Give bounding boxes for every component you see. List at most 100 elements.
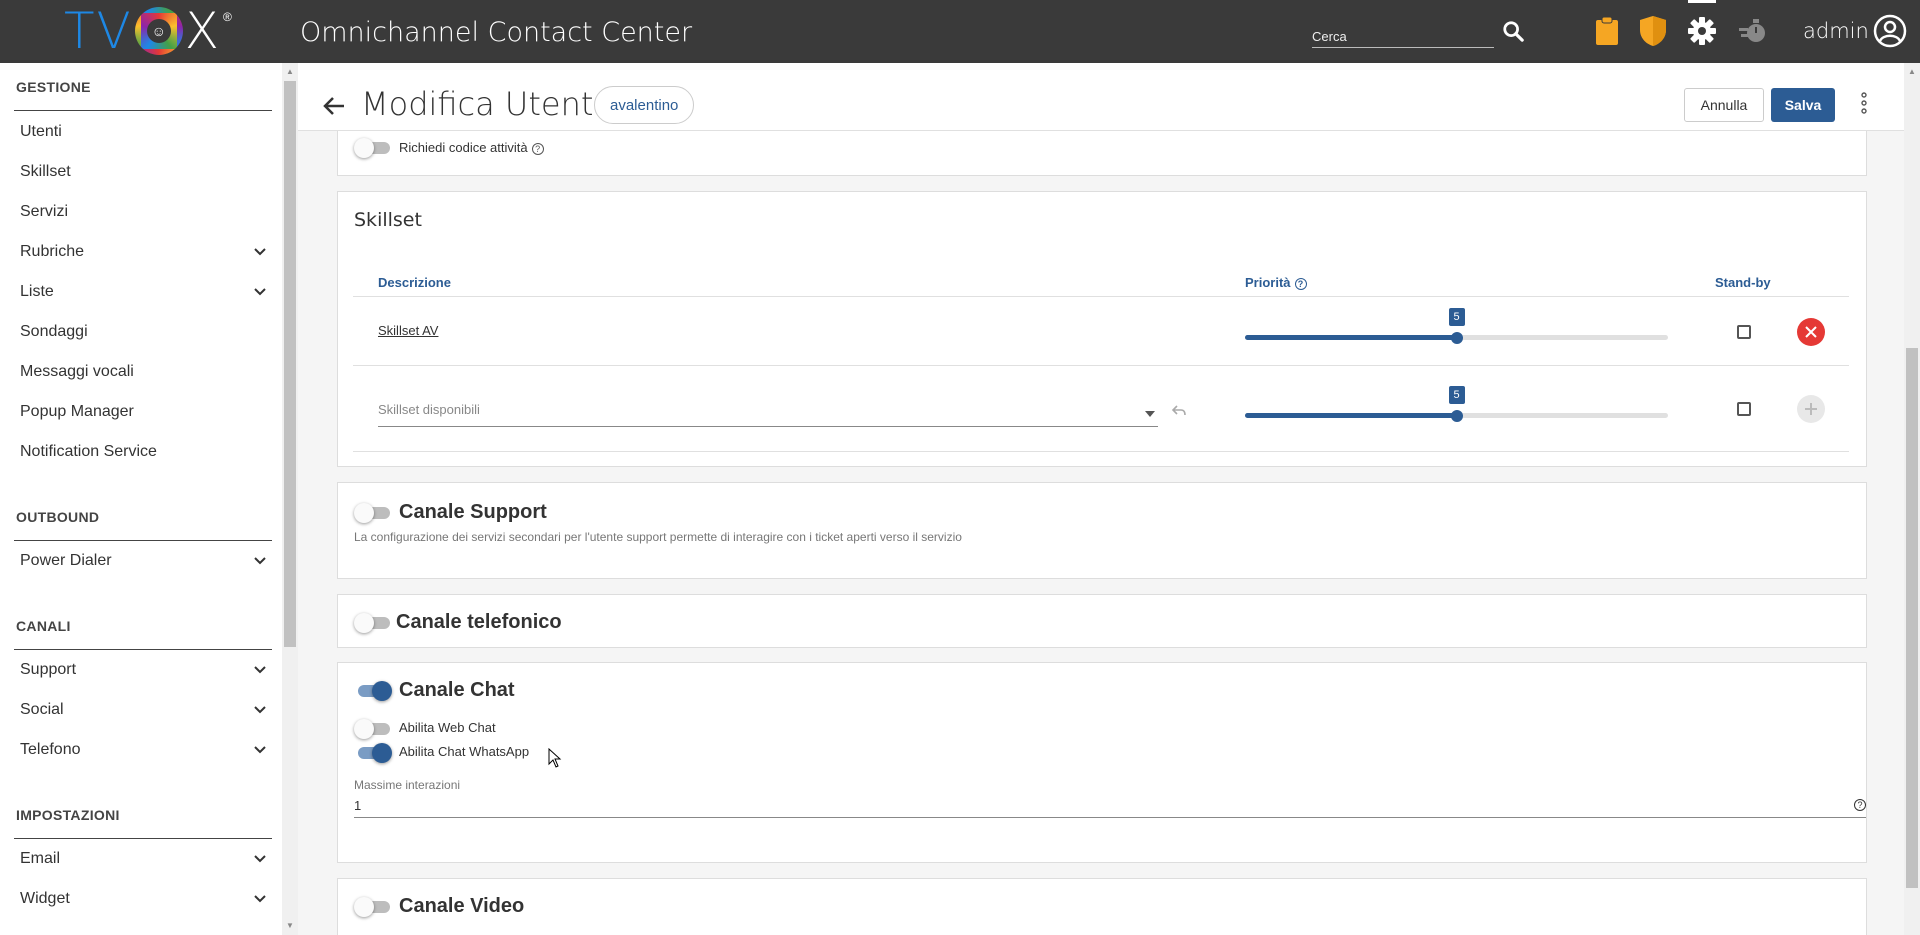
divider (353, 451, 1849, 452)
tvox-logo: TV ☺ X ® (64, 6, 232, 56)
search-input[interactable] (1312, 18, 1494, 47)
main-scrollbar[interactable]: ▲ (1904, 63, 1920, 935)
sidebar-item-label: Support (20, 661, 77, 678)
canale-telefonico-title: Canale telefonico (396, 611, 562, 633)
sidebar-item-liste[interactable]: Liste (20, 283, 270, 301)
skillset-select[interactable]: Skillset disponibili (378, 400, 1158, 427)
chevron-down-icon (250, 741, 270, 759)
sidebar-section-canali: CANALI (16, 618, 71, 634)
scrollbar-thumb[interactable] (284, 81, 296, 647)
activity-code-text: Richiedi codice attività (399, 140, 528, 155)
sidebar-item-widget[interactable]: Widget (20, 890, 270, 908)
slider-fill (1245, 335, 1457, 340)
mouse-cursor-icon (548, 747, 562, 773)
chevron-down-icon (250, 850, 270, 868)
scroll-up-arrow[interactable]: ▲ (286, 67, 294, 76)
scroll-down-arrow[interactable]: ▼ (286, 921, 294, 930)
standby-checkbox[interactable] (1737, 325, 1751, 339)
sidebar-scrollbar[interactable]: ▲ ▼ (282, 63, 298, 935)
priority-slider[interactable]: 5 (1245, 308, 1668, 352)
scrollbar-thumb[interactable] (1906, 348, 1918, 888)
scroll-up-arrow[interactable]: ▲ (1908, 67, 1916, 76)
sidebar-item-utenti[interactable]: Utenti (20, 123, 270, 141)
undo-icon[interactable] (1171, 404, 1187, 423)
gear-icon[interactable] (1685, 0, 1719, 48)
slider-value: 5 (1448, 308, 1465, 326)
max-interactions-field[interactable]: 1 ? (354, 793, 1866, 818)
sidebar-item-label: Widget (20, 890, 70, 907)
sidebar-item-servizi[interactable]: Servizi (20, 203, 270, 221)
sidebar-item-rubriche[interactable]: Rubriche (20, 243, 270, 261)
canale-chat-title: Canale Chat (399, 679, 515, 701)
sidebar-section-gestione: GESTIONE (16, 79, 91, 95)
clipboard-icon[interactable] (1590, 14, 1624, 48)
username-chip: avalentino (594, 86, 695, 124)
back-arrow-icon[interactable] (323, 92, 345, 123)
add-skillset-icon[interactable] (1797, 395, 1825, 423)
app-title: Omnichannel Contact Center (300, 17, 693, 48)
column-header-priority: Priorità? (1245, 275, 1307, 290)
sidebar-item-sondaggi[interactable]: Sondaggi (20, 323, 270, 341)
user-account-icon[interactable] (1873, 14, 1907, 48)
canale-chat-toggle[interactable] (354, 681, 392, 701)
stopwatch-icon[interactable] (1736, 14, 1770, 48)
more-options-icon[interactable] (1858, 92, 1870, 114)
sidebar-item-notification-service[interactable]: Notification Service (20, 443, 270, 461)
canale-video-title: Canale Video (399, 895, 525, 917)
cancel-button[interactable]: Annulla (1684, 88, 1764, 122)
sidebar-item-label: Email (20, 850, 61, 867)
dropdown-arrow-icon (1145, 404, 1155, 422)
sidebar-item-email[interactable]: Email (20, 850, 270, 868)
sidebar-item-label: Servizi (20, 203, 69, 220)
canale-support-toggle[interactable] (354, 503, 390, 523)
activity-code-toggle[interactable] (354, 138, 390, 158)
skillset-link[interactable]: Skillset AV (378, 323, 438, 338)
help-icon[interactable]: ? (1854, 799, 1866, 811)
sidebar-item-popup-manager[interactable]: Popup Manager (20, 403, 270, 421)
sidebar: GESTIONE Utenti Skillset Servizi Rubrich… (0, 63, 282, 935)
divider (14, 110, 272, 111)
slider-thumb[interactable] (1450, 332, 1463, 344)
chevron-down-icon (250, 701, 270, 719)
sidebar-item-label: Messaggi vocali (20, 363, 134, 380)
sidebar-item-telefono[interactable]: Telefono (20, 741, 270, 759)
remove-skillset-icon[interactable] (1797, 318, 1825, 346)
chevron-down-icon (250, 661, 270, 679)
sidebar-section-outbound: OUTBOUND (16, 509, 100, 525)
activity-code-card: Richiedi codice attività? (337, 128, 1867, 176)
divider (353, 296, 1849, 297)
max-interactions-value: 1 (354, 798, 362, 813)
search-box (1312, 18, 1494, 48)
sidebar-item-messaggi-vocali[interactable]: Messaggi vocali (20, 363, 270, 381)
sidebar-item-label: Telefono (20, 741, 81, 758)
sidebar-item-label: Social (20, 701, 64, 718)
help-icon[interactable]: ? (531, 142, 544, 155)
skillset-select-placeholder: Skillset disponibili (378, 402, 480, 417)
shield-icon[interactable] (1636, 14, 1670, 48)
logo-registered: ® (223, 10, 232, 24)
standby-checkbox[interactable] (1737, 402, 1751, 416)
sidebar-item-social[interactable]: Social (20, 701, 270, 719)
priority-slider[interactable]: 5 (1245, 386, 1668, 430)
sidebar-item-support[interactable]: Support (20, 661, 270, 679)
sidebar-item-label: Sondaggi (20, 323, 88, 340)
divider (14, 838, 272, 839)
sidebar-item-power-dialer[interactable]: Power Dialer (20, 552, 270, 570)
help-icon[interactable]: ? (1294, 277, 1307, 290)
canale-video-toggle[interactable] (354, 897, 390, 917)
web-chat-label: Abilita Web Chat (399, 720, 496, 735)
logo-o-icon: ☺ (134, 7, 183, 55)
logo-text-right: X (184, 2, 222, 60)
sidebar-item-label: Utenti (20, 123, 62, 140)
logo-text-left: TV (64, 2, 133, 60)
search-icon[interactable] (1496, 14, 1530, 48)
sidebar-item-skillset[interactable]: Skillset (20, 163, 270, 181)
canale-telefonico-toggle[interactable] (354, 613, 390, 633)
chevron-down-icon (250, 552, 270, 570)
save-button[interactable]: Salva (1771, 88, 1835, 122)
slider-thumb[interactable] (1450, 410, 1463, 422)
canale-support-card: Canale Support La configurazione dei ser… (337, 482, 1867, 579)
whatsapp-toggle[interactable] (354, 743, 392, 763)
user-name[interactable]: admin (1803, 19, 1869, 43)
web-chat-toggle[interactable] (354, 719, 390, 739)
